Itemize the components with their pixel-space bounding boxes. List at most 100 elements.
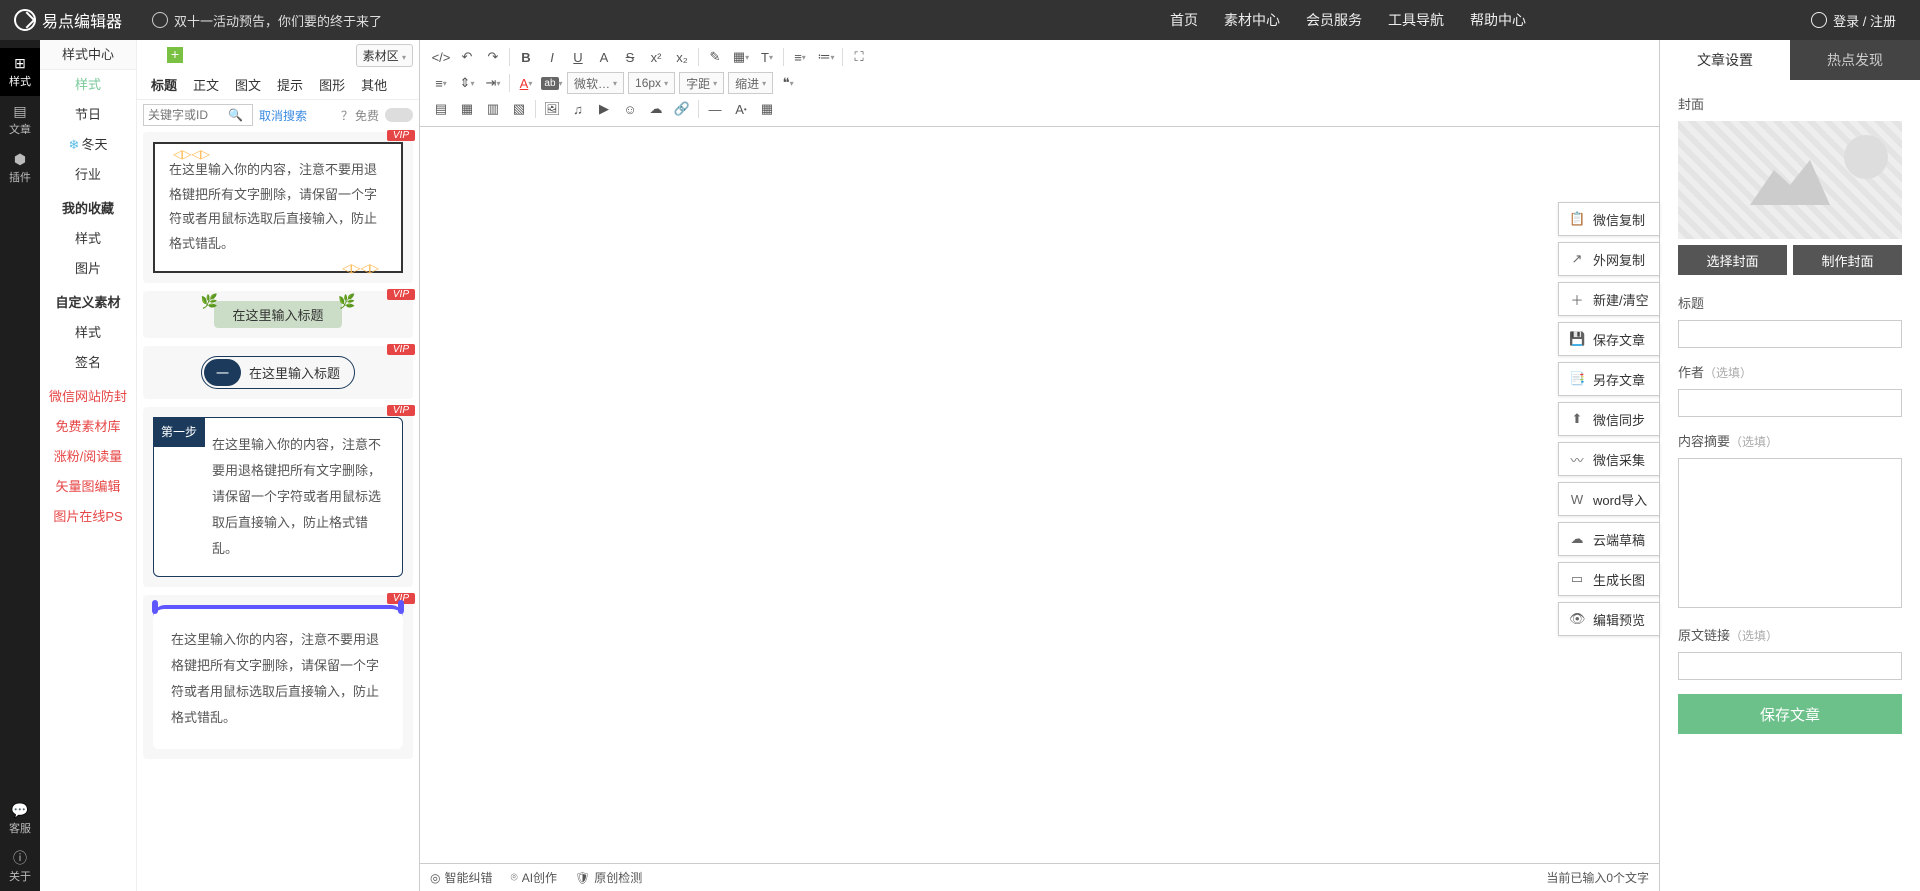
nav-tools[interactable]: 工具导航 bbox=[1388, 10, 1444, 30]
rail-service[interactable]: 💬客服 bbox=[0, 795, 40, 843]
side-winter[interactable]: ❄冬天 bbox=[40, 130, 136, 160]
side-link-ps[interactable]: 图片在线PS bbox=[40, 502, 136, 532]
side-custom-sign[interactable]: 签名 bbox=[40, 348, 136, 378]
indent-select[interactable]: 缩进▾ bbox=[728, 72, 773, 94]
rail-about[interactable]: ⓘ关于 bbox=[0, 843, 40, 891]
undo-button[interactable]: ↶ bbox=[454, 45, 480, 69]
nav-member[interactable]: 会员服务 bbox=[1306, 10, 1362, 30]
cloud-button[interactable]: ☁ bbox=[643, 97, 669, 121]
strike-button[interactable]: S bbox=[617, 45, 643, 69]
bold-button[interactable]: B bbox=[513, 45, 539, 69]
fbtn-saveas[interactable]: 📑另存文章 bbox=[1558, 362, 1660, 396]
template-card[interactable]: VIP ◁▷◁▷ 在这里输入你的内容，注意不要用退格键把所有文字删除，请保留一个… bbox=[143, 132, 413, 283]
status-correct[interactable]: ◎智能纠错 bbox=[430, 869, 493, 886]
tab-shape[interactable]: 图形 bbox=[311, 70, 353, 99]
fullscreen-button[interactable]: ⛶ bbox=[846, 45, 872, 69]
title-input[interactable] bbox=[1678, 320, 1902, 348]
source-button[interactable]: </> bbox=[428, 45, 454, 69]
side-industry[interactable]: 行业 bbox=[40, 160, 136, 190]
rail-plugin[interactable]: ⬢插件 bbox=[0, 144, 40, 192]
free-toggle[interactable] bbox=[385, 108, 413, 122]
font-a-button[interactable]: A bbox=[591, 45, 617, 69]
nav-material[interactable]: 素材中心 bbox=[1224, 10, 1280, 30]
hr-button[interactable]: — bbox=[702, 97, 728, 121]
choose-cover-button[interactable]: 选择封面 bbox=[1678, 245, 1787, 275]
tab-other[interactable]: 其他 bbox=[353, 70, 395, 99]
italic-button[interactable]: I bbox=[539, 45, 565, 69]
tab-imgtext[interactable]: 图文 bbox=[227, 70, 269, 99]
indent-button[interactable]: ⇥▾ bbox=[480, 71, 506, 95]
underline-button[interactable]: U bbox=[565, 45, 591, 69]
bg-color-button[interactable]: ab▾ bbox=[539, 71, 565, 95]
fbtn-ext-copy[interactable]: ↗外网复制 bbox=[1558, 242, 1660, 276]
nav-home[interactable]: 首页 bbox=[1170, 10, 1198, 30]
tab-article-settings[interactable]: 文章设置 bbox=[1660, 40, 1790, 80]
tab-body[interactable]: 正文 bbox=[185, 70, 227, 99]
link-input[interactable] bbox=[1678, 652, 1902, 680]
clear-format-button[interactable]: ▦▾ bbox=[728, 45, 754, 69]
side-link-wx[interactable]: 微信网站防封 bbox=[40, 382, 136, 412]
justify-right-button[interactable]: ▥ bbox=[480, 97, 506, 121]
cancel-search[interactable]: 取消搜索 bbox=[259, 107, 307, 124]
make-cover-button[interactable]: 制作封面 bbox=[1793, 245, 1902, 275]
tab-hot-discover[interactable]: 热点发现 bbox=[1790, 40, 1920, 80]
fbtn-wx-collect[interactable]: 〰微信采集 bbox=[1558, 442, 1660, 476]
rail-style[interactable]: ⊞样式 bbox=[0, 48, 40, 96]
announcement[interactable]: 双十一活动预告，你们要的终于来了 bbox=[152, 11, 382, 30]
add-color-button[interactable]: + bbox=[167, 47, 183, 63]
side-fav-image[interactable]: 图片 bbox=[40, 254, 136, 284]
music-button[interactable]: ♫ bbox=[565, 97, 591, 121]
editor-canvas[interactable] bbox=[420, 127, 1659, 863]
status-ai[interactable]: ⌾AI创作 bbox=[511, 869, 558, 886]
letter-spacing-select[interactable]: 字距▾ bbox=[679, 72, 724, 94]
justify-full-button[interactable]: ▧ bbox=[506, 97, 532, 121]
subscript-button[interactable]: x₂ bbox=[669, 45, 695, 69]
video-button[interactable]: ▶ bbox=[591, 97, 617, 121]
fbtn-longimg[interactable]: ▭生成长图 bbox=[1558, 562, 1660, 596]
tab-title[interactable]: 标题 bbox=[143, 70, 185, 99]
char-button[interactable]: A• bbox=[728, 97, 754, 121]
status-original[interactable]: 🛡原创检测 bbox=[575, 869, 642, 886]
line-height-button[interactable]: ⇕▾ bbox=[454, 71, 480, 95]
nav-help[interactable]: 帮助中心 bbox=[1470, 10, 1526, 30]
side-style[interactable]: 样式 bbox=[40, 70, 136, 100]
font-family-select[interactable]: 微软…▾ bbox=[567, 72, 624, 94]
text-color-button[interactable]: A▾ bbox=[513, 71, 539, 95]
side-link-free[interactable]: 免费素材库 bbox=[40, 412, 136, 442]
fbtn-new[interactable]: ＋新建/清空 bbox=[1558, 282, 1660, 316]
redo-button[interactable]: ↷ bbox=[480, 45, 506, 69]
emoji-button[interactable]: ☺ bbox=[617, 97, 643, 121]
font-size-select[interactable]: 16px▾ bbox=[628, 72, 675, 94]
template-card[interactable]: VIP 🌿在这里输入标题🌿 bbox=[143, 291, 413, 338]
side-custom-style[interactable]: 样式 bbox=[40, 318, 136, 348]
image-button[interactable]: 🖼 bbox=[539, 97, 565, 121]
bullet-list-button[interactable]: ≔▾ bbox=[813, 45, 839, 69]
fbtn-save[interactable]: 💾保存文章 bbox=[1558, 322, 1660, 356]
superscript-button[interactable]: x² bbox=[643, 45, 669, 69]
search-input[interactable]: 🔍 bbox=[143, 104, 253, 126]
justify-center-button[interactable]: ▦ bbox=[454, 97, 480, 121]
template-card[interactable]: VIP 在这里输入你的内容，注意不要用退格键把所有文字删除，请保留一个字符或者用… bbox=[143, 595, 413, 759]
ordered-list-button[interactable]: ≡▾ bbox=[787, 45, 813, 69]
fbtn-preview[interactable]: 👁编辑预览 bbox=[1558, 602, 1660, 636]
fbtn-wx-sync[interactable]: ⬆微信同步 bbox=[1558, 402, 1660, 436]
free-filter[interactable]: ？免费 bbox=[341, 107, 413, 124]
justify-left-button[interactable]: ▤ bbox=[428, 97, 454, 121]
brush-button[interactable]: ✎ bbox=[702, 45, 728, 69]
summary-textarea[interactable] bbox=[1678, 458, 1902, 608]
side-holiday[interactable]: 节日 bbox=[40, 100, 136, 130]
template-card[interactable]: VIP 第一步在这里输入你的内容，注意不要用退格键把所有文字删除，请保留一个字符… bbox=[143, 407, 413, 587]
tab-hint[interactable]: 提示 bbox=[269, 70, 311, 99]
rail-article[interactable]: ▤文章 bbox=[0, 96, 40, 144]
search-icon[interactable]: 🔍 bbox=[228, 108, 243, 122]
side-fav-style[interactable]: 样式 bbox=[40, 224, 136, 254]
template-card[interactable]: VIP 一在这里输入标题 bbox=[143, 346, 413, 399]
fbtn-word[interactable]: Wword导入 bbox=[1558, 482, 1660, 516]
cover-placeholder[interactable] bbox=[1678, 121, 1902, 239]
link-button[interactable]: 🔗 bbox=[669, 97, 695, 121]
side-link-vector[interactable]: 矢量图编辑 bbox=[40, 472, 136, 502]
save-article-button[interactable]: 保存文章 bbox=[1678, 694, 1902, 734]
text-height-button[interactable]: T▾ bbox=[754, 45, 780, 69]
logo[interactable]: 易点编辑器 bbox=[14, 8, 122, 32]
quote-button[interactable]: ❝▾ bbox=[775, 71, 801, 95]
